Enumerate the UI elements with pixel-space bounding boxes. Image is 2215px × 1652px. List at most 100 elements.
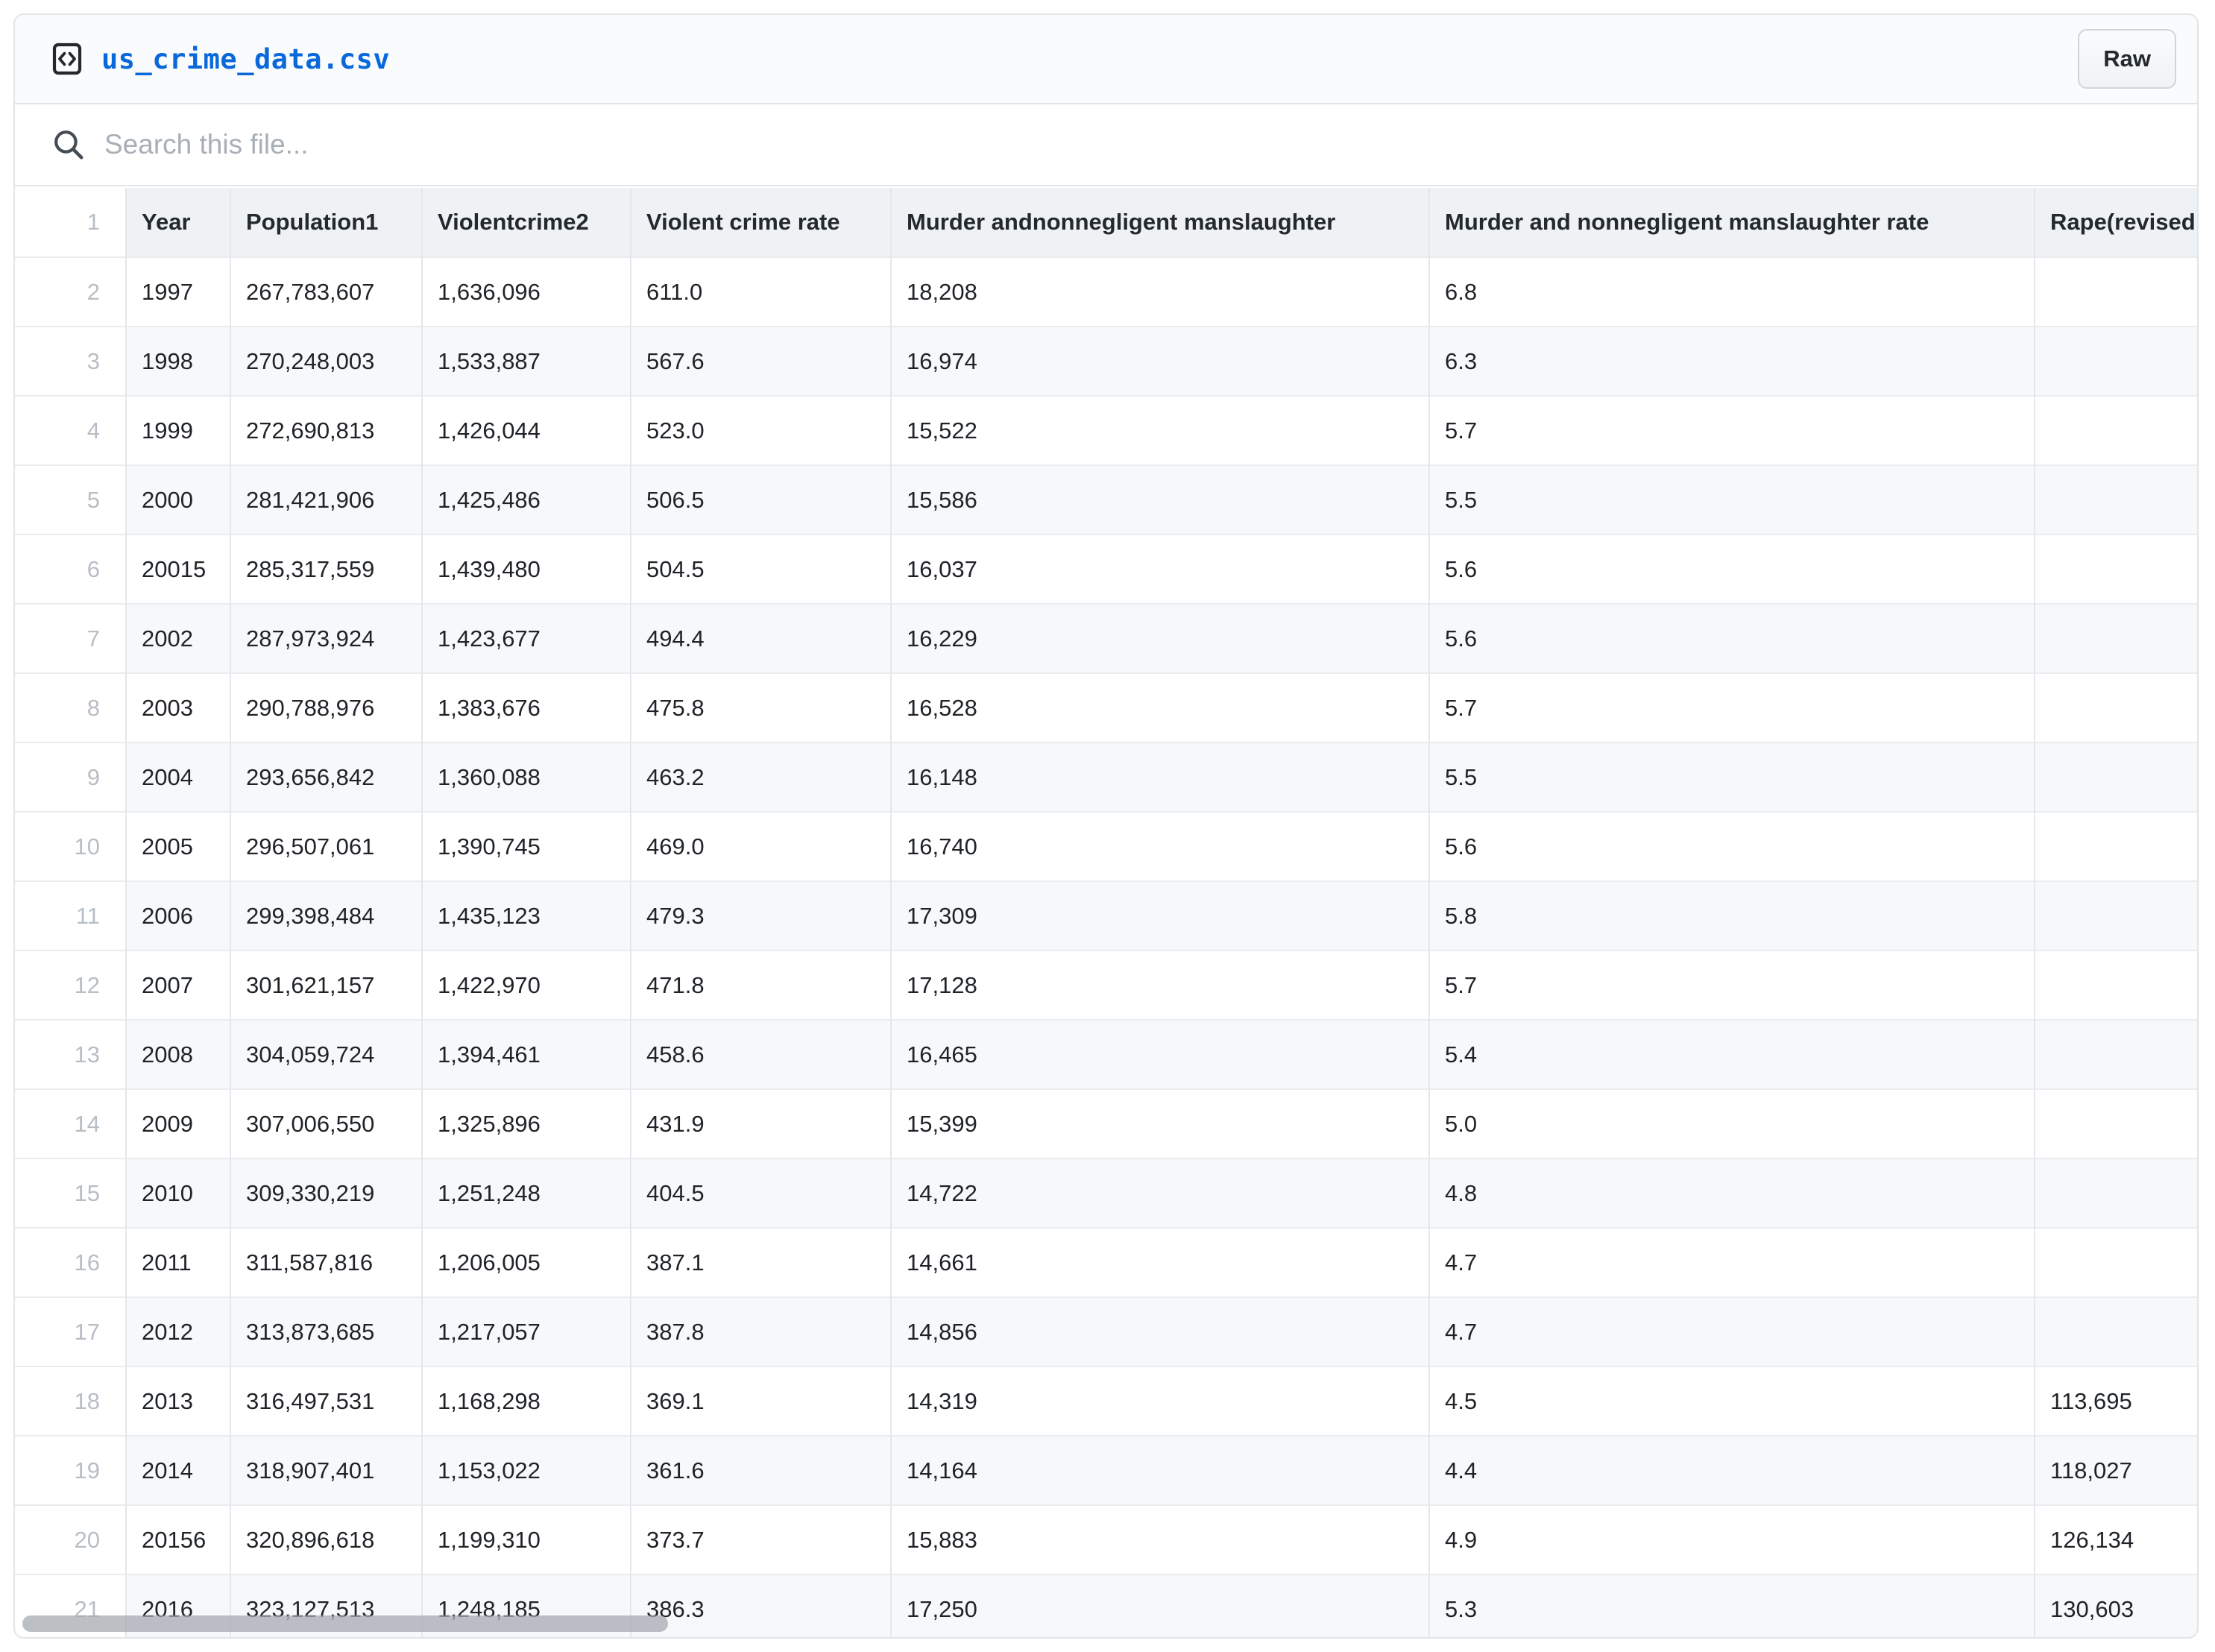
table-cell: 17,128 — [891, 950, 1429, 1020]
search-input[interactable] — [103, 128, 2160, 161]
table-cell: 6.3 — [1429, 327, 2035, 396]
table-cell: 287,973,924 — [230, 604, 422, 673]
table-cell: 14,856 — [891, 1297, 1429, 1366]
table-row: 41999272,690,8131,426,044523.015,5225.7 — [15, 396, 2197, 465]
table-cell: 17,309 — [891, 881, 1429, 950]
table-cell: 471.8 — [631, 950, 891, 1020]
table-cell: 16,037 — [891, 535, 1429, 604]
table-row: 52000281,421,9061,425,486506.515,5865.5 — [15, 465, 2197, 535]
horizontal-scrollbar[interactable] — [15, 1610, 2197, 1637]
table-cell: 15,883 — [891, 1505, 1429, 1574]
search-bar — [15, 104, 2197, 186]
table-cell: 290,788,976 — [230, 673, 422, 743]
table-cell: 15,586 — [891, 465, 1429, 535]
table-row: 182013316,497,5311,168,298369.114,3194.5… — [15, 1366, 2197, 1436]
table-cell: 2010 — [126, 1158, 230, 1228]
table-cell: 5.5 — [1429, 743, 2035, 812]
table-row: 192014318,907,4011,153,022361.614,1644.4… — [15, 1436, 2197, 1505]
line-number: 16 — [15, 1228, 126, 1297]
table-cell: 1,206,005 — [422, 1228, 631, 1297]
table-cell — [2035, 257, 2197, 327]
table-cell: 431.9 — [631, 1089, 891, 1158]
table-cell: 16,528 — [891, 673, 1429, 743]
table-cell: 304,059,724 — [230, 1020, 422, 1089]
table-cell: 18,208 — [891, 257, 1429, 327]
file-name-link[interactable]: us_crime_data.csv — [101, 43, 390, 75]
table-cell: 611.0 — [631, 257, 891, 327]
table-cell: 2003 — [126, 673, 230, 743]
table-row: 162011311,587,8161,206,005387.114,6614.7 — [15, 1228, 2197, 1297]
table-cell: 458.6 — [631, 1020, 891, 1089]
table-cell: 494.4 — [631, 604, 891, 673]
table-cell: 20156 — [126, 1505, 230, 1574]
table-cell: 4.9 — [1429, 1505, 2035, 1574]
table-cell: 2014 — [126, 1436, 230, 1505]
scrollbar-thumb[interactable] — [22, 1615, 668, 1632]
search-icon — [52, 128, 85, 161]
table-cell: 2006 — [126, 881, 230, 950]
table-cell: 1,383,676 — [422, 673, 631, 743]
table-cell — [2035, 396, 2197, 465]
table-cell: 16,974 — [891, 327, 1429, 396]
table-cell: 113,695 — [2035, 1366, 2197, 1436]
table-cell: 1,435,123 — [422, 881, 631, 950]
table-cell: 20015 — [126, 535, 230, 604]
table-cell: 2000 — [126, 465, 230, 535]
line-number: 11 — [15, 881, 126, 950]
table-cell: 16,229 — [891, 604, 1429, 673]
table-cell: 1,425,486 — [422, 465, 631, 535]
table-row: 142009307,006,5501,325,896431.915,3995.0 — [15, 1089, 2197, 1158]
table-cell: 1,439,480 — [422, 535, 631, 604]
table-cell: 2011 — [126, 1228, 230, 1297]
table-cell: 361.6 — [631, 1436, 891, 1505]
table-cell: 126,134 — [2035, 1505, 2197, 1574]
table-cell: 2004 — [126, 743, 230, 812]
table-cell: 5.7 — [1429, 673, 2035, 743]
table-row: 31998270,248,0031,533,887567.616,9746.3 — [15, 327, 2197, 396]
table-cell: 1,325,896 — [422, 1089, 631, 1158]
table-cell: 387.8 — [631, 1297, 891, 1366]
table-cell — [2035, 535, 2197, 604]
line-number: 13 — [15, 1020, 126, 1089]
line-number: 18 — [15, 1366, 126, 1436]
table-cell: 4.8 — [1429, 1158, 2035, 1228]
table-cell: 16,740 — [891, 812, 1429, 881]
table-row: 620015285,317,5591,439,480504.516,0375.6 — [15, 535, 2197, 604]
table-row: 92004293,656,8421,360,088463.216,1485.5 — [15, 743, 2197, 812]
table-cell: 1,390,745 — [422, 812, 631, 881]
file-code-icon — [52, 42, 82, 75]
table-cell: 14,722 — [891, 1158, 1429, 1228]
table-cell: 373.7 — [631, 1505, 891, 1574]
table-cell — [2035, 1020, 2197, 1089]
table-row: 82003290,788,9761,383,676475.816,5285.7 — [15, 673, 2197, 743]
line-number: 1 — [15, 188, 126, 257]
column-header: Violentcrime2 — [422, 188, 631, 257]
line-number: 5 — [15, 465, 126, 535]
csv-table: 1YearPopulation1Violentcrime2Violent cri… — [15, 188, 2197, 1637]
table-cell: 1,168,298 — [422, 1366, 631, 1436]
table-row: 132008304,059,7241,394,461458.616,4655.4 — [15, 1020, 2197, 1089]
table-cell: 15,522 — [891, 396, 1429, 465]
table-cell: 479.3 — [631, 881, 891, 950]
table-cell: 301,621,157 — [230, 950, 422, 1020]
table-cell: 5.6 — [1429, 604, 2035, 673]
table-cell: 5.5 — [1429, 465, 2035, 535]
table-cell: 5.0 — [1429, 1089, 2035, 1158]
table-cell: 1,217,057 — [422, 1297, 631, 1366]
table-cell: 1997 — [126, 257, 230, 327]
table-cell: 475.8 — [631, 673, 891, 743]
line-number: 3 — [15, 327, 126, 396]
table-row: 2020156320,896,6181,199,310373.715,8834.… — [15, 1505, 2197, 1574]
raw-button[interactable]: Raw — [2078, 29, 2176, 89]
table-cell: 1,153,022 — [422, 1436, 631, 1505]
table-cell: 1,533,887 — [422, 327, 631, 396]
table-cell: 16,148 — [891, 743, 1429, 812]
column-header: Year — [126, 188, 230, 257]
table-cell: 2002 — [126, 604, 230, 673]
table-cell — [2035, 881, 2197, 950]
line-number: 19 — [15, 1436, 126, 1505]
line-number: 17 — [15, 1297, 126, 1366]
table-row: 122007301,621,1571,422,970471.817,1285.7 — [15, 950, 2197, 1020]
table-cell: 5.8 — [1429, 881, 2035, 950]
table-row: 152010309,330,2191,251,248404.514,7224.8 — [15, 1158, 2197, 1228]
